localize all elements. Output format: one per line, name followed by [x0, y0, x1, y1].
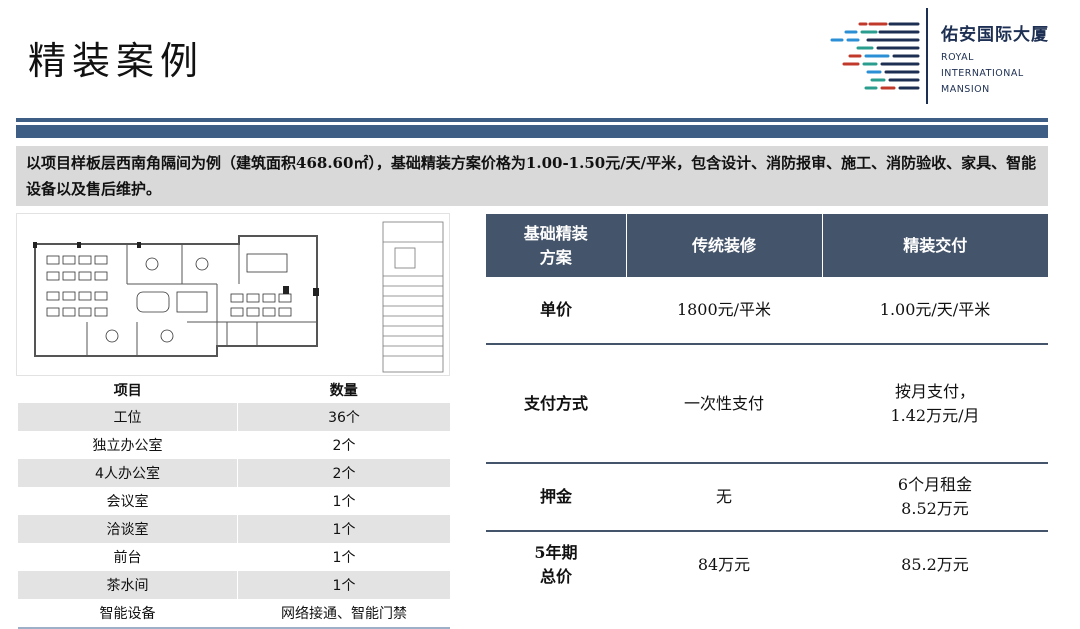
- table-header-row: 基础精装 方案 传统装修 精装交付: [486, 214, 1048, 277]
- logo-name-cn: 佑安国际大厦: [941, 25, 1049, 45]
- table-row: 茶水间 1个: [18, 571, 450, 599]
- floor-plan-image: [16, 213, 450, 376]
- table-row: 押金 无 6个月租金 8.52万元: [486, 463, 1048, 532]
- qty-cell: 2个: [237, 431, 450, 459]
- qty-cell: 2个: [237, 459, 450, 487]
- row-label: 5年期 总价: [534, 543, 578, 586]
- column-header-item: 项目: [18, 377, 238, 403]
- table-row: 支付方式 一次性支付 按月支付， 1.42万元/月: [486, 344, 1048, 464]
- header-rule-thick: [16, 125, 1048, 138]
- table-row: 4人办公室 2个: [18, 459, 450, 487]
- column-header-delivered: 精装交付: [822, 214, 1048, 277]
- qty-cell: 1个: [237, 515, 450, 543]
- item-cell: 4人办公室: [18, 459, 238, 487]
- item-cell: 茶水间: [18, 571, 238, 599]
- price-comparison-table: 基础精装 方案 传统装修 精装交付 单价 1800元/平米 1.00元/天/平米…: [486, 214, 1048, 598]
- table-row: 智能设备 网络接通、智能门禁: [18, 599, 450, 629]
- column-header-qty: 数量: [237, 377, 450, 403]
- delivered-cell: 6个月租金 8.52万元: [822, 463, 1048, 532]
- table-row: 独立办公室 2个: [18, 431, 450, 459]
- qty-cell: 1个: [237, 543, 450, 571]
- qty-cell: 1个: [237, 571, 450, 599]
- qty-cell: 36个: [237, 403, 450, 431]
- column-header-traditional: 传统装修: [626, 214, 823, 277]
- table-row: 前台 1个: [18, 543, 450, 571]
- logo-mark-icon: [830, 22, 920, 90]
- item-cell: 洽谈室: [18, 515, 238, 543]
- table-header-row: 项目 数量: [18, 377, 450, 403]
- table-row: 单价 1800元/平米 1.00元/天/平米: [486, 277, 1048, 345]
- floor-plan-drawing-icon: [33, 221, 444, 373]
- logo-en-line: ROYAL: [941, 52, 974, 63]
- traditional-cell: 无: [626, 463, 822, 532]
- delivered-cell: 1.00元/天/平米: [822, 277, 1048, 345]
- intro-banner: 以项目样板层西南角隔间为例（建筑面积468.60㎡），基础精装方案价格为1.00…: [16, 146, 1048, 206]
- item-cell: 独立办公室: [18, 431, 238, 459]
- logo-en-line: MANSION: [941, 84, 990, 95]
- table-row: 工位 36个: [18, 403, 450, 431]
- qty-cell: 1个: [237, 487, 450, 515]
- item-cell: 工位: [18, 403, 238, 431]
- logo-en-line: INTERNATIONAL: [941, 68, 1024, 79]
- row-label: 单价: [486, 277, 626, 345]
- room-quantity-table: 项目 数量 工位 36个 独立办公室 2个 4人办公室 2个 会议室 1个 洽谈…: [18, 377, 450, 629]
- page-title: 精装案例: [28, 39, 205, 83]
- table-row: 洽谈室 1个: [18, 515, 450, 543]
- row-label: 支付方式: [486, 344, 626, 464]
- table-row: 会议室 1个: [18, 487, 450, 515]
- row-label: 押金: [486, 463, 626, 532]
- item-cell: 智能设备: [18, 599, 238, 629]
- delivered-cell: 85.2万元: [901, 555, 969, 574]
- intro-text: 以项目样板层西南角隔间为例（建筑面积468.60㎡），基础精装方案价格为1.00…: [26, 154, 1037, 198]
- delivered-cell: 按月支付， 1.42万元/月: [822, 344, 1048, 464]
- traditional-cell: 一次性支付: [626, 344, 822, 464]
- header-rule-thin: [16, 118, 1048, 122]
- traditional-cell: 1800元/平米: [626, 277, 822, 345]
- item-cell: 前台: [18, 543, 238, 571]
- logo-name-en: ROYAL INTERNATIONAL MANSION: [941, 50, 1024, 98]
- item-cell: 会议室: [18, 487, 238, 515]
- column-header-plan: 基础精装 方案: [486, 214, 627, 277]
- table-row: 5年期 总价 84万元 85.2万元: [486, 531, 1048, 598]
- logo-divider: [926, 8, 928, 104]
- qty-cell: 网络接通、智能门禁: [237, 599, 450, 629]
- traditional-cell: 84万元: [697, 555, 751, 574]
